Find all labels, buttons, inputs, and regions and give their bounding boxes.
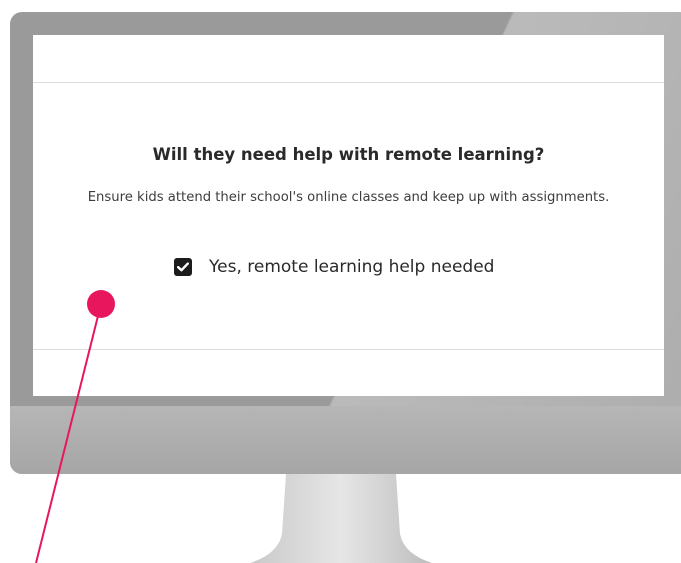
stage: Will they need help with remote learning… — [0, 0, 681, 563]
divider-bottom — [33, 349, 664, 350]
check-icon — [177, 262, 189, 272]
monitor-screen: Will they need help with remote learning… — [33, 35, 664, 396]
divider-top — [33, 82, 664, 83]
remote-learning-label: Yes, remote learning help needed — [209, 257, 495, 277]
question-description: Ensure kids attend their school's online… — [87, 190, 610, 205]
remote-learning-option[interactable]: Yes, remote learning help needed — [174, 257, 494, 277]
question-title: Will they need help with remote learning… — [152, 145, 545, 164]
remote-learning-checkbox[interactable] — [174, 258, 192, 276]
monitor-stand — [250, 474, 432, 563]
monitor-chin — [10, 406, 681, 474]
